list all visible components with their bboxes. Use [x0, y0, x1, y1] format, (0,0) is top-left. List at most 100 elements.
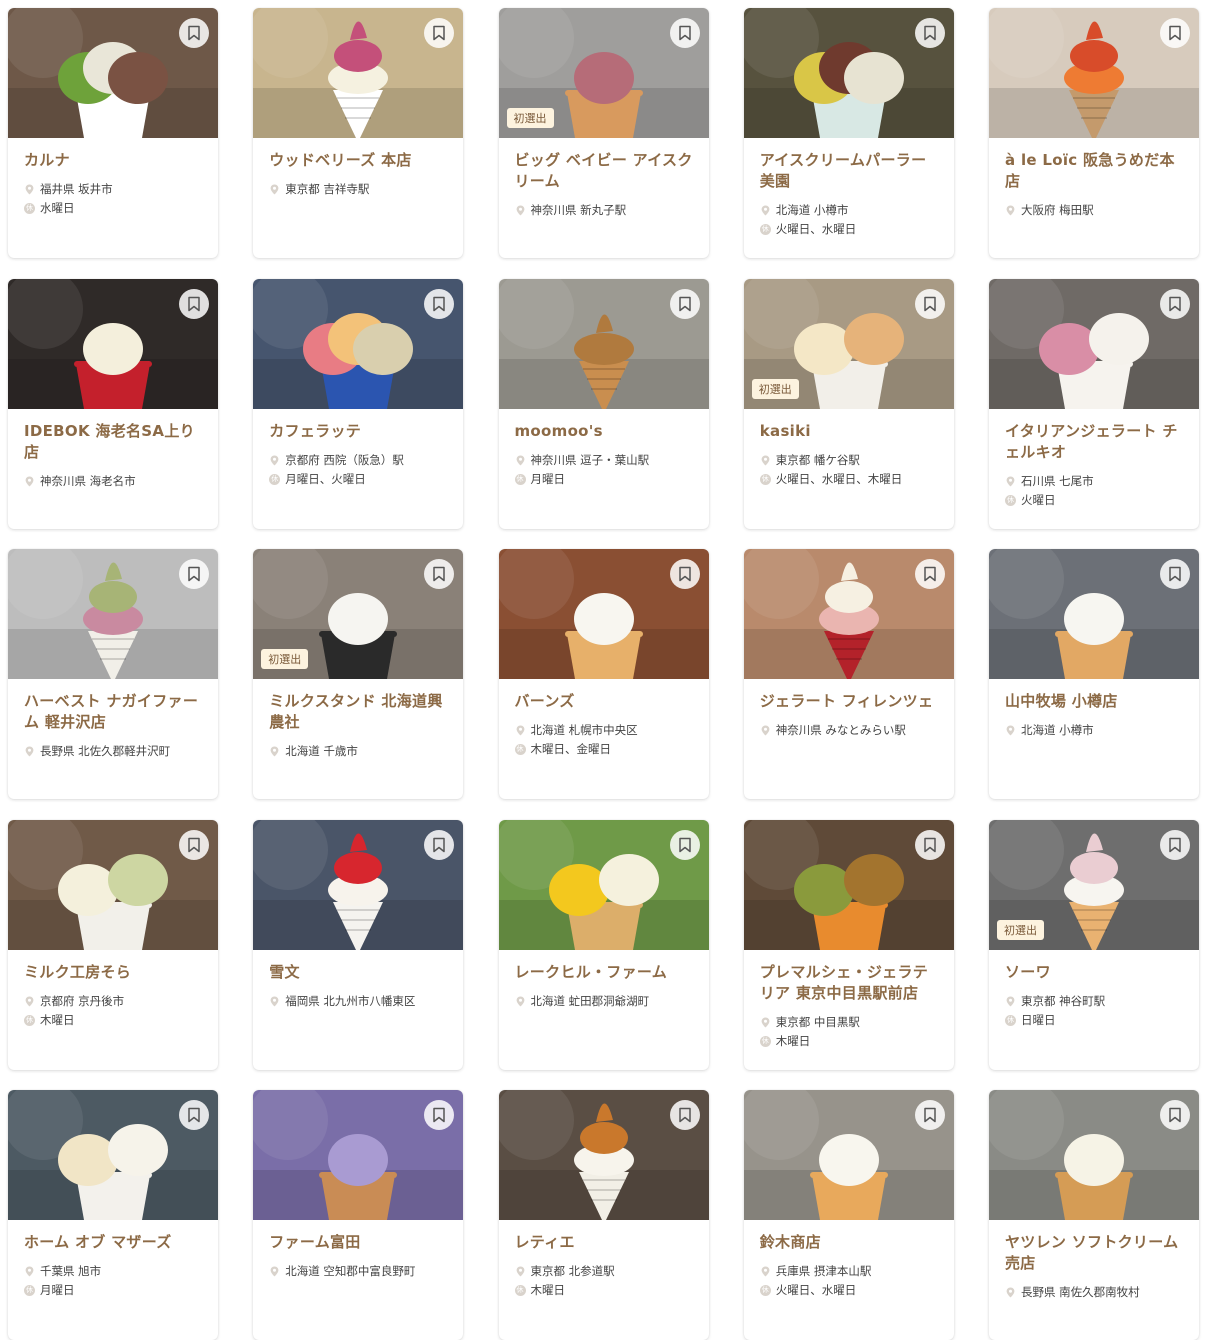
shop-name[interactable]: イタリアンジェラート チェルキオ — [1005, 421, 1185, 463]
shop-name[interactable]: à le Loïc 阪急うめだ本店 — [1005, 150, 1185, 192]
shop-card[interactable]: moomoo's 神奈川県 逗子・葉山駅休月曜日 — [498, 278, 709, 529]
shop-card[interactable]: ヤツレン ソフトクリーム売店 長野県 南佐久郡南牧村 — [989, 1090, 1199, 1340]
shop-name[interactable]: アイスクリームパーラー美園 — [760, 150, 940, 192]
shop-photo[interactable] — [498, 549, 709, 679]
shop-name[interactable]: ハーベスト ナガイファーム 軽井沢店 — [24, 691, 204, 733]
shop-photo[interactable] — [8, 1090, 218, 1220]
shop-closed-days: 休火曜日、水曜日 — [759, 1281, 940, 1300]
shop-photo[interactable] — [498, 1090, 709, 1220]
shop-name[interactable]: ホーム オブ マザーズ — [24, 1232, 204, 1253]
bookmark-icon[interactable] — [669, 18, 700, 48]
shop-card[interactable]: IDEBOK 海老名SA上り店 神奈川県 海老名市 — [8, 278, 218, 529]
bookmark-icon[interactable] — [1160, 829, 1190, 860]
shop-photo[interactable] — [989, 8, 1199, 138]
shop-photo[interactable] — [498, 819, 709, 950]
bookmark-icon[interactable] — [914, 1100, 945, 1130]
shop-card[interactable]: 雪文 福岡県 北九州市八幡東区 — [253, 819, 464, 1070]
shop-name[interactable]: IDEBOK 海老名SA上り店 — [24, 421, 204, 463]
shop-name[interactable]: ファーム富田 — [269, 1232, 449, 1253]
shop-card[interactable]: à le Loïc 阪急うめだ本店 大阪府 梅田駅 — [989, 8, 1199, 258]
shop-photo[interactable] — [498, 278, 709, 409]
shop-card[interactable]: ハーベスト ナガイファーム 軽井沢店 長野県 北佐久郡軽井沢町 — [8, 549, 218, 799]
shop-photo[interactable] — [743, 8, 954, 138]
shop-photo[interactable] — [743, 819, 954, 950]
bookmark-icon[interactable] — [424, 288, 455, 319]
shop-photo[interactable] — [989, 549, 1199, 679]
shop-card[interactable]: 初選出 ビッグ ベイビー アイスクリーム 神奈川県 新丸子駅 — [498, 8, 709, 258]
shop-name[interactable]: ソーワ — [1005, 962, 1185, 983]
shop-photo[interactable] — [8, 278, 218, 409]
shop-card[interactable]: イタリアンジェラート チェルキオ 石川県 七尾市休火曜日 — [989, 278, 1199, 529]
shop-card[interactable]: バーンズ 北海道 札幌市中央区休木曜日、金曜日 — [498, 549, 709, 799]
shop-location-text: 東京都 中目黒駅 — [775, 1014, 860, 1029]
shop-card[interactable]: 鈴木商店 兵庫県 摂津本山駅休火曜日、水曜日 — [743, 1090, 954, 1340]
shop-card[interactable]: ジェラート フィレンツェ 神奈川県 みなとみらい駅 — [743, 549, 954, 799]
shop-card[interactable]: 山中牧場 小樽店 北海道 小樽市 — [989, 549, 1199, 799]
shop-name[interactable]: カルナ — [24, 150, 204, 171]
shop-photo[interactable] — [743, 549, 954, 679]
shop-photo[interactable]: 初選出 — [253, 549, 464, 679]
shop-name[interactable]: ウッドベリーズ 本店 — [269, 150, 449, 171]
shop-location-text: 北海道 小樽市 — [775, 203, 849, 217]
shop-card[interactable]: 初選出 kasiki 東京都 幡ケ谷駅休火曜日、水曜日、木曜日 — [743, 278, 954, 529]
shop-name[interactable]: ジェラート フィレンツェ — [760, 691, 940, 712]
shop-name[interactable]: バーンズ — [515, 691, 695, 712]
shop-photo[interactable] — [743, 1090, 954, 1220]
bookmark-icon[interactable] — [179, 1100, 209, 1130]
shop-photo[interactable] — [253, 819, 464, 950]
bookmark-icon[interactable] — [669, 559, 700, 589]
shop-card[interactable]: ホーム オブ マザーズ 千葉県 旭市休月曜日 — [8, 1090, 218, 1340]
shop-card[interactable]: ミルク工房そら 京都府 京丹後市休木曜日 — [8, 819, 218, 1070]
shop-photo[interactable] — [989, 1090, 1199, 1220]
bookmark-icon[interactable] — [179, 288, 209, 319]
shop-photo[interactable] — [8, 819, 218, 950]
shop-photo[interactable] — [989, 278, 1199, 409]
bookmark-icon[interactable] — [179, 559, 209, 589]
bookmark-icon[interactable] — [1160, 288, 1190, 319]
shop-name[interactable]: ミルク工房そら — [24, 962, 204, 983]
shop-card[interactable]: アイスクリームパーラー美園 北海道 小樽市休火曜日、水曜日 — [743, 8, 954, 258]
shop-card[interactable]: ウッドベリーズ 本店 東京都 吉祥寺駅 — [253, 8, 464, 258]
bookmark-icon[interactable] — [669, 288, 700, 319]
shop-name[interactable]: プレマルシェ・ジェラテリア 東京中目黒駅前店 — [760, 962, 940, 1004]
bookmark-icon[interactable] — [914, 559, 945, 589]
shop-name[interactable]: 雪文 — [269, 962, 449, 983]
shop-card[interactable]: カフェラッテ 京都府 西院（阪急）駅休月曜日、火曜日 — [253, 278, 464, 529]
shop-card[interactable]: レークヒル・ファーム 北海道 虻田郡洞爺湖町 — [498, 819, 709, 1070]
bookmark-icon[interactable] — [1160, 1100, 1190, 1130]
bookmark-icon[interactable] — [1160, 18, 1190, 48]
shop-name[interactable]: ビッグ ベイビー アイスクリーム — [515, 150, 695, 192]
bookmark-icon[interactable] — [424, 829, 455, 860]
shop-name[interactable]: 山中牧場 小樽店 — [1005, 691, 1185, 712]
shop-photo[interactable] — [8, 8, 218, 138]
bookmark-icon[interactable] — [914, 288, 945, 319]
shop-name[interactable]: ヤツレン ソフトクリーム売店 — [1005, 1232, 1185, 1274]
shop-photo[interactable] — [253, 278, 464, 409]
bookmark-icon[interactable] — [179, 18, 209, 48]
shop-name[interactable]: kasiki — [760, 421, 940, 442]
shop-photo[interactable]: 初選出 — [989, 819, 1199, 950]
shop-name[interactable]: カフェラッテ — [269, 421, 449, 442]
shop-card[interactable]: プレマルシェ・ジェラテリア 東京中目黒駅前店 東京都 中目黒駅休木曜日 — [743, 819, 954, 1070]
shop-photo[interactable] — [253, 1090, 464, 1220]
shop-name[interactable]: moomoo's — [515, 421, 695, 442]
shop-name[interactable]: レークヒル・ファーム — [515, 962, 695, 983]
shop-name[interactable]: レティエ — [515, 1232, 695, 1253]
bookmark-icon[interactable] — [914, 829, 945, 860]
shop-name[interactable]: ミルクスタンド 北海道興農社 — [269, 691, 449, 733]
bookmark-icon[interactable] — [669, 829, 700, 860]
bookmark-icon[interactable] — [669, 1100, 700, 1130]
shop-card[interactable]: カルナ 福井県 坂井市休水曜日 — [8, 8, 218, 258]
bookmark-icon[interactable] — [179, 829, 209, 860]
shop-photo[interactable]: 初選出 — [498, 8, 709, 138]
shop-name[interactable]: 鈴木商店 — [760, 1232, 940, 1253]
shop-photo[interactable]: 初選出 — [743, 278, 954, 409]
shop-photo[interactable] — [253, 8, 464, 138]
shop-card[interactable]: ファーム富田 北海道 空知郡中富良野町 — [253, 1090, 464, 1340]
shop-photo[interactable] — [8, 549, 218, 679]
shop-card[interactable]: 初選出 ソーワ 東京都 神谷町駅休日曜日 — [989, 819, 1199, 1070]
shop-card[interactable]: レティエ 東京都 北参道駅休木曜日 — [498, 1090, 709, 1340]
shop-card[interactable]: 初選出 ミルクスタンド 北海道興農社 北海道 千歳市 — [253, 549, 464, 799]
bookmark-icon[interactable] — [1160, 559, 1190, 589]
bookmark-icon[interactable] — [914, 18, 945, 48]
